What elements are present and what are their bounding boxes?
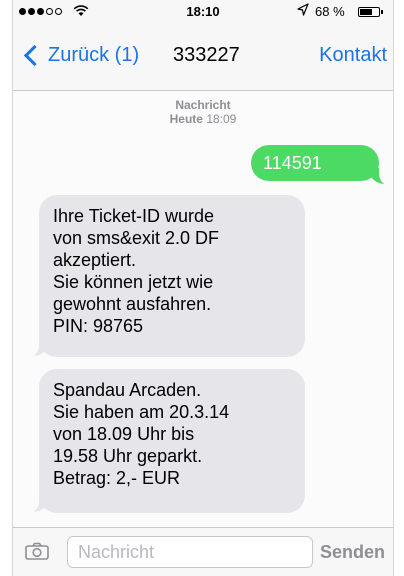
received-message-bubble[interactable]: Ihre Ticket-ID wurde von sms&exit 2.0 DF… [39,195,305,357]
message-line: Sie können jetzt wie [53,272,214,292]
message-line: PIN: 98765 [53,316,144,336]
message-input[interactable] [67,536,313,568]
location-arrow-icon [297,3,309,16]
sent-message-bubble[interactable]: 114591 [251,145,379,181]
back-button-label: Zurück (1) [48,44,140,66]
message-line: Ihre Ticket-ID wurde [53,206,215,226]
status-bar: 18:10 68 % [13,0,393,24]
conversation-title: 333227 [173,44,240,66]
battery-percentage: 68 % [315,4,345,19]
battery-tip [381,10,383,14]
message-line: von 18.09 Uhr bis [53,424,195,444]
message-line: Sie haben am 20.3.14 [53,402,230,422]
messages-screen: 18:10 68 % Zurück (1) 333227 Kontakt Nac… [12,0,394,576]
chevron-left-icon [23,44,46,67]
camera-icon[interactable] [25,542,49,560]
contact-button[interactable]: Kontakt [319,44,387,67]
message-line: Spandau Arcaden. [53,380,202,400]
date-day: Heute [169,112,203,126]
conversation-date: Heute 18:09 [13,112,393,126]
message-line: Betrag: 2,- EUR [53,468,181,488]
conversation-header-label: Nachricht [175,98,231,112]
message-line: gewohnt ausfahren. [53,294,212,314]
message-line: 19.58 Uhr geparkt. [53,446,203,466]
message-line: von sms&exit 2.0 DF [53,228,220,248]
date-time: 18:09 [206,112,237,126]
message-text: 114591 [263,153,322,173]
back-button[interactable]: Zurück (1) [23,44,139,67]
battery-icon [358,7,380,17]
send-button[interactable]: Senden [320,542,385,563]
battery-level-fill [360,9,372,15]
compose-bar: Senden [13,527,393,576]
message-line: akzeptiert. [53,250,137,270]
navigation-bar: Zurück (1) 333227 Kontakt [13,24,393,91]
received-message-bubble[interactable]: Spandau Arcaden. Sie haben am 20.3.14 vo… [39,369,305,513]
